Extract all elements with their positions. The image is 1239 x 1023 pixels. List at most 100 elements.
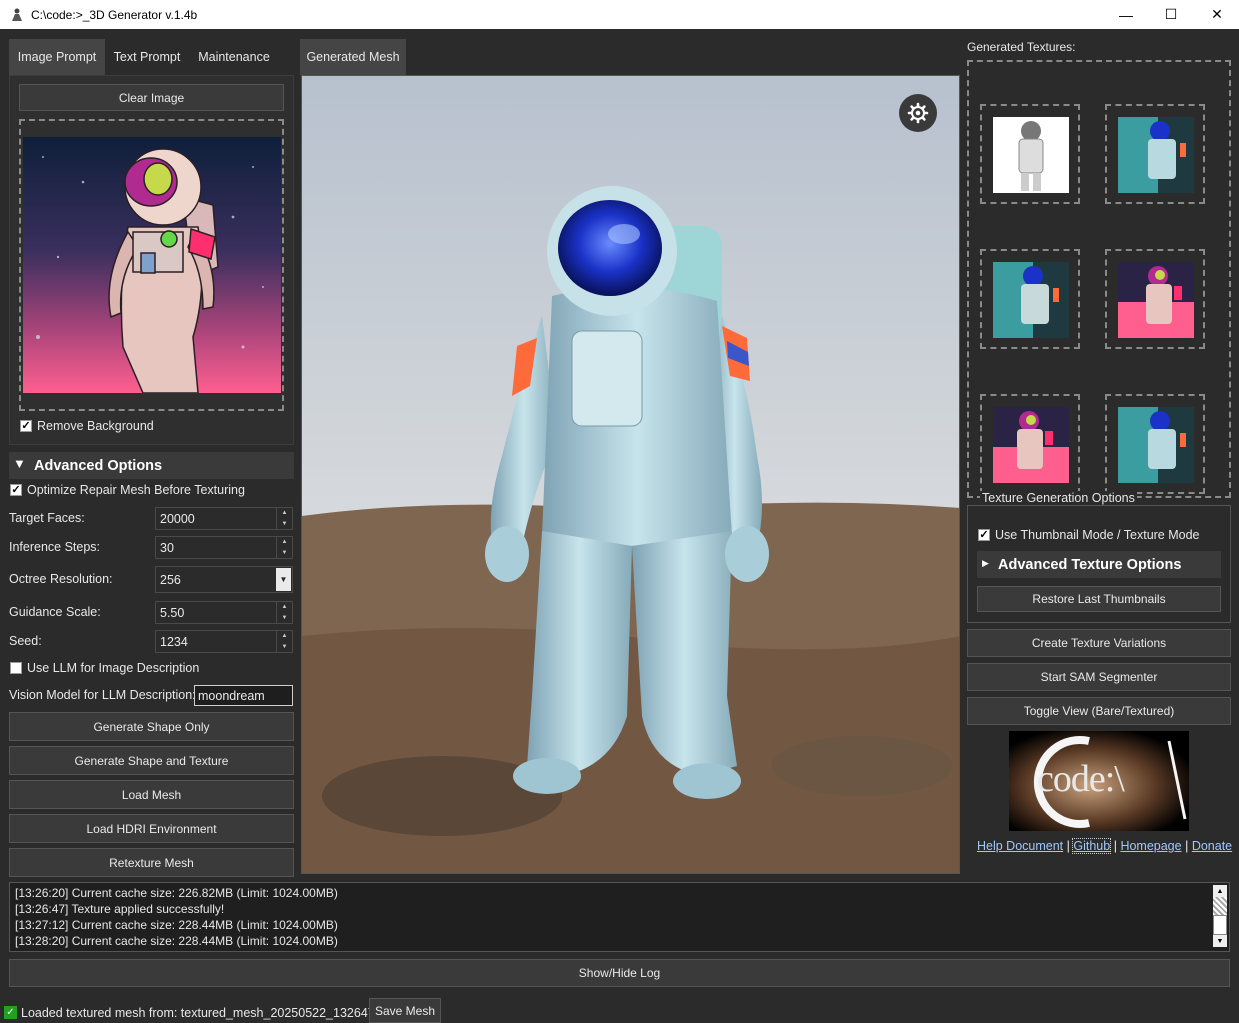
mesh-render: [302, 76, 959, 873]
texture-thumbnail[interactable]: [1105, 249, 1205, 349]
close-button[interactable]: ✕: [1194, 0, 1239, 29]
log-line: [13:28:20] Current cache size: 228.44MB …: [15, 934, 338, 948]
optimize-label: Optimize Repair Mesh Before Texturing: [27, 483, 245, 497]
octree-resolution-select[interactable]: 256 ▼: [155, 566, 293, 593]
guidance-scale-spinbox[interactable]: 5.50 ▲ ▼: [155, 601, 293, 624]
generated-textures-label: Generated Textures:: [967, 40, 1076, 54]
gear-icon: [907, 102, 929, 124]
tab-label: Generated Mesh: [306, 50, 400, 64]
input-value: moondream: [198, 689, 265, 703]
seed-spinbox[interactable]: 1234 ▲ ▼: [155, 630, 293, 653]
input-image: [23, 137, 281, 393]
thumbnail-mode-label: Use Thumbnail Mode / Texture Mode: [995, 528, 1200, 542]
texture-thumbnail[interactable]: [980, 104, 1080, 204]
spin-down-icon[interactable]: ▼: [277, 642, 292, 653]
scroll-down-icon[interactable]: ▼: [1213, 935, 1227, 947]
tab-text-prompt[interactable]: Text Prompt: [105, 39, 189, 75]
save-mesh-button[interactable]: Save Mesh: [369, 998, 441, 1023]
thumbnail-mode-checkbox[interactable]: ✓: [978, 529, 990, 541]
start-sam-segmenter-button[interactable]: Start SAM Segmenter: [967, 663, 1231, 691]
show-hide-log-button[interactable]: Show/Hide Log: [9, 959, 1230, 987]
chevron-down-icon[interactable]: ▼: [276, 568, 291, 591]
separator: |: [1185, 839, 1189, 853]
toggle-view-button[interactable]: Toggle View (Bare/Textured): [967, 697, 1231, 725]
spin-up-icon[interactable]: ▲: [277, 631, 292, 642]
log-scrollbar[interactable]: ▲ ▼: [1213, 885, 1227, 949]
tab-image-prompt[interactable]: Image Prompt: [9, 39, 105, 75]
viewport-settings-button[interactable]: [899, 94, 937, 132]
separator: |: [1066, 839, 1070, 853]
window-title: C:\code:>_3D Generator v.1.4b: [31, 7, 198, 22]
logo-text: code:\: [1037, 758, 1125, 800]
tab-label: Text Prompt: [113, 50, 181, 64]
octree-resolution-label: Octree Resolution:: [9, 572, 113, 586]
texture-thumbnail[interactable]: [980, 394, 1080, 494]
texture-thumbnail[interactable]: [1105, 394, 1205, 494]
help-document-link[interactable]: Help Document: [977, 839, 1063, 853]
separator: |: [1113, 839, 1117, 853]
minimize-icon: —: [1119, 6, 1133, 23]
spin-down-icon[interactable]: ▼: [277, 519, 292, 530]
spin-value: 5.50: [160, 606, 185, 620]
spin-down-icon[interactable]: ▼: [277, 548, 292, 559]
button-label: Start SAM Segmenter: [1040, 670, 1158, 684]
button-label: Save Mesh: [374, 1003, 436, 1018]
app-icon: [9, 7, 25, 23]
success-check-icon: ✓: [4, 1006, 17, 1019]
spin-down-icon[interactable]: ▼: [277, 613, 292, 624]
spin-value: 30: [160, 541, 174, 555]
button-label: Generate Shape Only: [93, 719, 210, 734]
donate-link[interactable]: Donate: [1192, 839, 1232, 853]
button-label: Load HDRI Environment: [86, 821, 217, 836]
maximize-icon: ☐: [1164, 6, 1178, 22]
texture-thumbnail[interactable]: [1105, 104, 1205, 204]
generate-shape-only-button[interactable]: Generate Shape Only: [9, 712, 294, 741]
create-texture-variations-button[interactable]: Create Texture Variations: [967, 629, 1231, 657]
button-label: Generate Shape and Texture: [74, 753, 229, 768]
close-icon: ✕: [1211, 6, 1223, 22]
restore-thumbnails-button[interactable]: Restore Last Thumbnails: [977, 586, 1221, 612]
spin-up-icon[interactable]: ▲: [277, 508, 292, 519]
inference-steps-spinbox[interactable]: 30 ▲ ▼: [155, 536, 293, 559]
load-hdri-button[interactable]: Load HDRI Environment: [9, 814, 294, 843]
remove-background-label: Remove Background: [37, 419, 154, 433]
scroll-up-icon[interactable]: ▲: [1213, 885, 1227, 897]
target-faces-label: Target Faces:: [9, 511, 85, 525]
texture-options-title: Texture Generation Options: [980, 491, 1137, 505]
advanced-options-title: Advanced Options: [34, 458, 163, 474]
scroll-thumb[interactable]: [1213, 897, 1227, 915]
remove-background-checkbox[interactable]: ✓: [20, 420, 32, 432]
vision-model-input[interactable]: moondream: [194, 685, 293, 706]
retexture-mesh-button[interactable]: Retexture Mesh: [9, 848, 294, 877]
inference-steps-label: Inference Steps:: [9, 540, 101, 554]
github-link[interactable]: Github: [1072, 838, 1112, 854]
optimize-checkbox[interactable]: ✓: [10, 484, 22, 496]
minimize-button[interactable]: —: [1103, 0, 1149, 29]
maximize-button[interactable]: ☐: [1148, 0, 1194, 29]
button-label: Retexture Mesh: [109, 855, 194, 870]
target-faces-spinbox[interactable]: 20000 ▲ ▼: [155, 507, 293, 530]
scroll-track[interactable]: [1213, 915, 1227, 935]
homepage-link[interactable]: Homepage: [1120, 839, 1181, 853]
log-panel[interactable]: [13:26:20] Current cache size: 226.82MB …: [9, 882, 1230, 952]
spin-up-icon[interactable]: ▲: [277, 602, 292, 613]
spin-up-icon[interactable]: ▲: [277, 537, 292, 548]
button-label: Load Mesh: [121, 787, 182, 802]
tab-generated-mesh[interactable]: Generated Mesh: [300, 39, 406, 75]
load-mesh-button[interactable]: Load Mesh: [9, 780, 294, 809]
tab-label: Image Prompt: [17, 50, 97, 64]
log-line: [13:26:20] Current cache size: 226.82MB …: [15, 886, 338, 900]
mesh-viewport[interactable]: [301, 75, 960, 874]
generate-shape-texture-button[interactable]: Generate Shape and Texture: [9, 746, 294, 775]
clear-image-button[interactable]: Clear Image: [19, 84, 284, 111]
button-label: Show/Hide Log: [578, 966, 661, 980]
spin-value: 1234: [160, 635, 188, 649]
spin-value: 20000: [160, 512, 195, 526]
code-logo: code:\: [1009, 731, 1189, 831]
texture-thumbnail[interactable]: [980, 249, 1080, 349]
tab-maintenance[interactable]: Maintenance: [189, 39, 279, 75]
use-llm-checkbox[interactable]: [10, 662, 22, 674]
links-row: Help Document | Github | Homepage | Dona…: [977, 838, 1232, 854]
collapse-triangle-icon: ▼: [13, 456, 26, 471]
guidance-scale-label: Guidance Scale:: [9, 605, 101, 619]
